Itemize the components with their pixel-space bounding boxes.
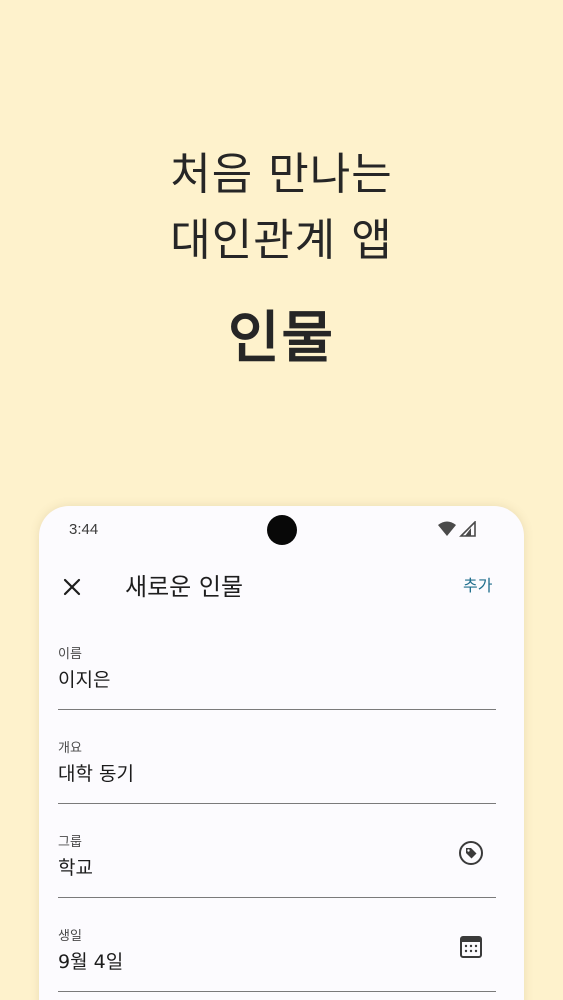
add-button[interactable]: 추가 [463,576,492,598]
promo-screen: 처음 만나는 대인관계 앱 인물 3:44 새로운 인물 추가 이름 이지은 개… [0,0,563,1000]
phone-screen: 3:44 새로운 인물 추가 이름 이지은 개요 대학 동기 그룹 학교 생일 … [39,506,524,1000]
name-field-value[interactable]: 이지은 [58,666,110,694]
birthday-field-label: 생일 [58,929,82,944]
close-icon [63,578,81,596]
headline-line-1: 처음 만나는 [170,149,393,200]
status-icons [437,520,477,537]
birthday-field[interactable]: 생일 9월 4일 [58,928,496,992]
summary-field-value[interactable]: 대학 동기 [58,760,134,788]
wifi-icon [438,520,476,537]
name-field-label: 이름 [58,647,82,662]
app-name: 인물 [227,306,336,371]
camera-cutout [267,515,297,545]
group-tag-button[interactable] [458,840,484,866]
name-field[interactable]: 이름 이지은 [58,646,496,710]
birthday-field-value[interactable]: 9월 4일 [58,948,123,976]
close-button[interactable] [57,572,87,602]
summary-field-label: 개요 [58,741,82,756]
birthday-calendar-button[interactable] [458,934,484,960]
group-field[interactable]: 그룹 학교 [58,834,496,898]
group-field-value[interactable]: 학교 [58,854,93,882]
appbar-title: 새로운 인물 [125,573,244,601]
tag-icon [459,841,483,865]
headline-line-2: 대인관계 앱 [170,215,393,266]
status-time: 3:44 [69,521,99,538]
summary-field[interactable]: 개요 대학 동기 [58,740,496,804]
calendar-icon [460,936,482,958]
group-field-label: 그룹 [58,835,82,850]
